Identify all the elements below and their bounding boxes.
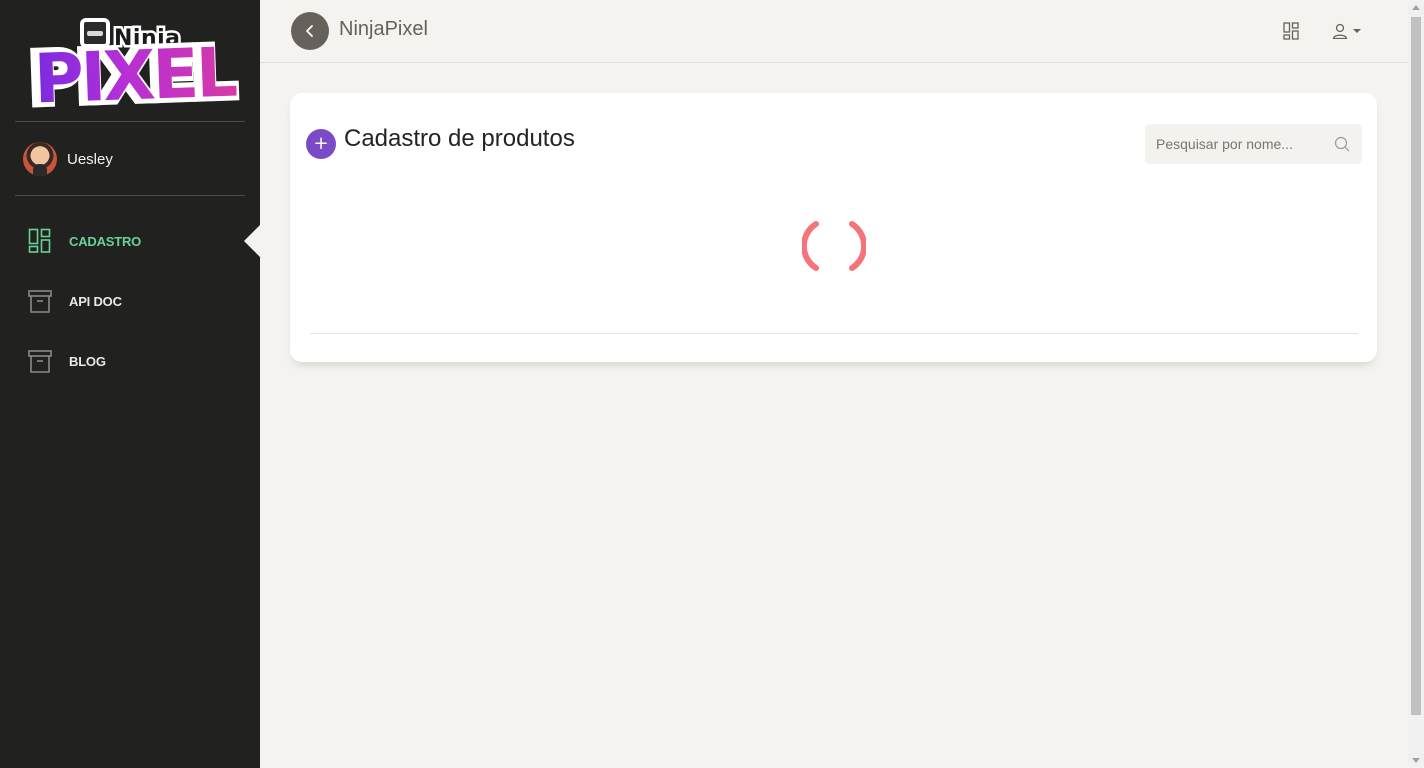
add-product-button[interactable]: + [306, 129, 336, 159]
sidebar-item-api-doc[interactable]: API Doc [28, 287, 122, 315]
user-profile[interactable]: Uesley [23, 142, 113, 176]
ninja-pixel-logo[interactable]: Ninja PIXEL PIXEL [24, 12, 239, 125]
scroll-down-arrow-icon[interactable] [1412, 758, 1420, 763]
back-button[interactable] [291, 12, 329, 50]
dashboard-icon [28, 228, 51, 253]
dashboard-icon [1283, 22, 1299, 40]
sidebar: Ninja PIXEL PIXEL Uesley Cadastro A [0, 0, 260, 768]
sidebar-item-label: Cadastro [69, 233, 142, 249]
products-card: + Cadastro de produtos [290, 93, 1377, 362]
page-title: Cadastro de produtos [344, 125, 575, 152]
caret-down-icon [1353, 29, 1361, 33]
dashboard-button[interactable] [1280, 20, 1302, 42]
sidebar-item-label: API Doc [69, 293, 122, 309]
active-indicator [244, 225, 260, 257]
sidebar-divider [15, 121, 245, 122]
scroll-up-arrow-icon[interactable] [1412, 5, 1420, 10]
chevron-left-icon [306, 25, 313, 37]
user-menu-dropdown[interactable] [1330, 20, 1364, 42]
sidebar-item-blog[interactable]: Blog [28, 347, 106, 375]
page-scrollbar[interactable] [1408, 0, 1424, 768]
archive-icon [28, 350, 52, 373]
top-navbar: NinjaPixel [260, 0, 1408, 63]
sidebar-divider [15, 195, 245, 196]
loading-spinner-icon [802, 221, 866, 271]
user-name: Uesley [67, 150, 113, 168]
search-box [1145, 124, 1362, 164]
search-input[interactable] [1145, 124, 1330, 164]
sidebar-item-label: Blog [69, 353, 106, 369]
plus-icon: + [313, 133, 329, 154]
brand-title[interactable]: NinjaPixel [339, 18, 428, 41]
search-icon[interactable] [1334, 136, 1350, 152]
archive-icon [28, 290, 52, 313]
logo-pixel-text: PIXEL [32, 33, 238, 120]
user-icon [1332, 23, 1348, 39]
scroll-thumb[interactable] [1411, 17, 1421, 715]
card-divider [310, 333, 1358, 334]
sidebar-item-cadastro[interactable]: Cadastro [28, 227, 141, 255]
avatar [23, 142, 57, 176]
